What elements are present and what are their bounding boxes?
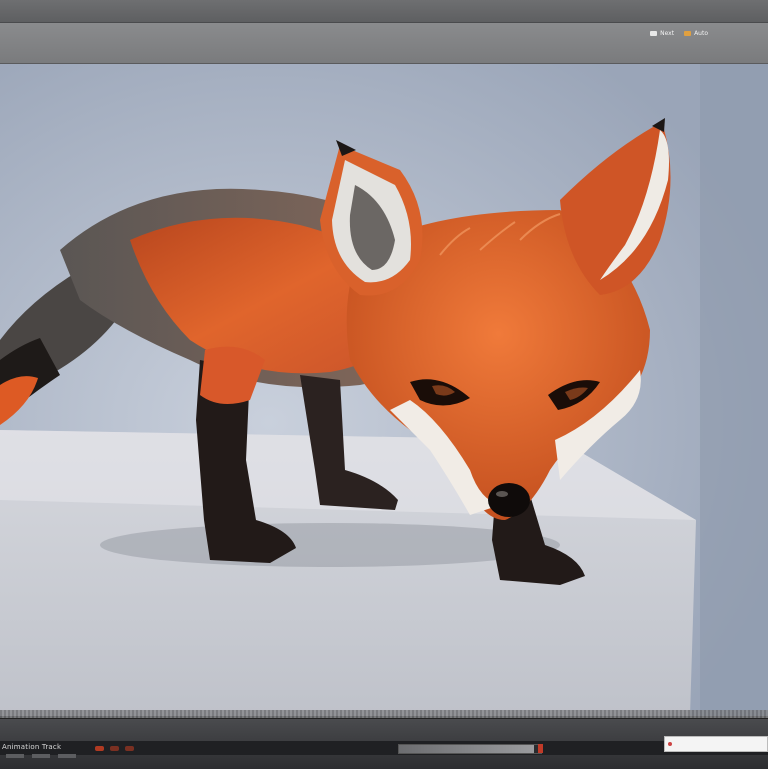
keyframe-marker[interactable] [125,746,134,751]
search-input[interactable] [664,736,768,752]
render-viewport[interactable] [0,64,768,716]
render-status[interactable]: Auto [684,30,708,37]
search-icon [668,742,672,746]
status-indicator [6,754,24,758]
toolbar-status: Next Auto [650,30,708,37]
render-status-label: Auto [694,30,708,37]
keyframe-marker[interactable] [95,746,104,751]
status-indicator [58,754,76,758]
fox-nose [488,483,530,517]
camera-status[interactable]: Next [650,30,674,37]
keyframe-markers [95,746,134,751]
keyframe-marker[interactable] [110,746,119,751]
status-indicator [32,754,50,758]
fox-shadow [100,523,560,567]
camera-icon [650,31,658,36]
timeline-ruler[interactable] [0,710,768,718]
playback-progress[interactable] [398,744,543,754]
camera-status-label: Next [660,30,675,37]
status-indicators [6,754,76,758]
playhead-handle[interactable] [538,744,543,753]
backdrop-right [700,64,768,716]
fox-scene [0,64,768,716]
title-bar [0,0,768,23]
render-icon [684,31,692,36]
track-label: Animation Track [2,743,62,751]
playback-progress-fill [399,745,534,753]
timeline-panel: Animation Track [0,718,768,769]
